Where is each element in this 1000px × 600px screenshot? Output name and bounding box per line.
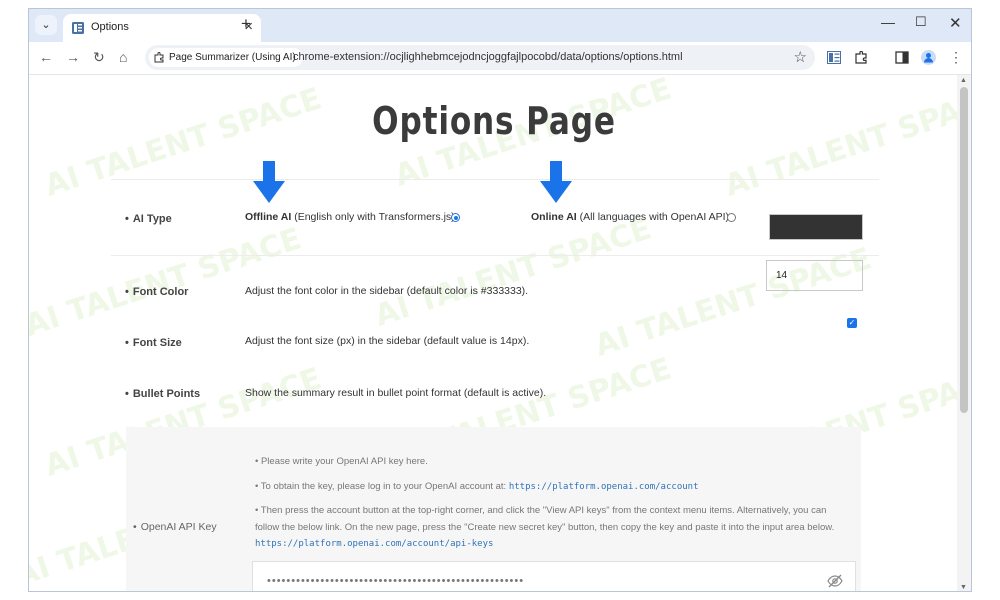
minimize-icon[interactable]: —	[881, 14, 895, 30]
url-text: chrome-extension://ocjlighhebmcejodncjog…	[293, 51, 683, 63]
tab-title: Options	[91, 21, 129, 33]
new-tab-button[interactable]: +	[241, 14, 251, 34]
offline-ai-note: (English only with Transformers.js)	[291, 211, 455, 223]
close-window-icon[interactable]: ✕	[949, 14, 962, 32]
api-instruction-1: • Please write your OpenAI API key here.	[255, 456, 428, 467]
divider	[111, 179, 879, 180]
bullet-points-description: Show the summary result in bullet point …	[245, 387, 547, 399]
back-icon[interactable]: ←	[39, 49, 53, 65]
openai-api-key-label: OpenAI API Key	[133, 521, 217, 533]
page-title: Options Page	[372, 99, 616, 143]
forward-icon[interactable]: →	[66, 49, 80, 65]
reading-list-icon[interactable]	[827, 51, 841, 64]
browser-window: ⌄ Options × + — ☐ ✕ ← → ↻ ⌂ Page Summari…	[28, 8, 972, 592]
offline-ai-option[interactable]: Offline AI (English only with Transforme…	[245, 211, 455, 223]
options-page: AI TALENT SPACE AI TALENT SPACE AI TALEN…	[29, 75, 959, 591]
bullet-points-label: Bullet Points	[125, 388, 200, 400]
online-ai-title: Online AI	[531, 211, 577, 223]
scroll-down-icon[interactable]: ▼	[960, 584, 967, 591]
scrollbar-thumb[interactable]	[960, 87, 968, 413]
down-arrow-icon	[253, 161, 285, 203]
online-ai-option[interactable]: Online AI (All languages with OpenAI API…	[531, 211, 729, 223]
api-instruction-3: • Then press the account button at the t…	[255, 505, 827, 516]
options-page-icon	[72, 22, 84, 34]
bullet-points-checkbox[interactable]: ✓	[847, 318, 857, 328]
down-arrow-icon	[540, 161, 572, 203]
puzzle-icon	[154, 52, 164, 63]
offline-ai-radio[interactable]	[451, 213, 460, 222]
extension-chip[interactable]: Page Summarizer (Using AI)	[149, 48, 303, 67]
browser-toolbar: ← → ↻ ⌂ Page Summarizer (Using AI) chrom…	[29, 42, 971, 75]
watermark: AI TALENT SPACE	[370, 211, 656, 334]
browser-menu-icon[interactable]: ⋮	[949, 49, 963, 66]
extension-chip-label: Page Summarizer (Using AI)	[169, 52, 296, 63]
home-icon[interactable]: ⌂	[119, 49, 127, 65]
font-color-description: Adjust the font color in the sidebar (de…	[245, 285, 529, 297]
font-color-picker[interactable]	[769, 214, 863, 240]
reload-icon[interactable]: ↻	[93, 49, 105, 66]
profile-avatar-icon[interactable]	[921, 50, 936, 65]
online-ai-note: (All languages with OpenAI API)	[576, 211, 730, 223]
eye-slash-icon[interactable]	[827, 574, 843, 588]
bookmark-star-icon[interactable]: ☆	[794, 48, 807, 66]
api-key-masked-value: ••••••••••••••••••••••••••••••••••••••••…	[267, 575, 525, 587]
api-instruction-2: • To obtain the key, please log in to yo…	[255, 481, 699, 492]
font-size-description: Adjust the font size (px) in the sidebar…	[245, 335, 530, 347]
font-color-label: Font Color	[125, 286, 189, 298]
offline-ai-title: Offline AI	[245, 211, 292, 223]
api-keys-link[interactable]: https://platform.openai.com/account/api-…	[255, 536, 493, 552]
side-panel-icon[interactable]	[895, 51, 909, 64]
watermark: AI TALENT SPACE	[29, 221, 306, 344]
ai-type-label: AI Type	[125, 213, 172, 225]
openai-account-link[interactable]: https://platform.openai.com/account	[509, 482, 699, 492]
font-size-label: Font Size	[125, 337, 182, 349]
scroll-up-icon[interactable]: ▲	[960, 77, 967, 84]
tab-options[interactable]: Options ×	[63, 14, 261, 42]
online-ai-radio[interactable]	[727, 213, 736, 222]
divider	[111, 255, 879, 256]
api-key-input[interactable]: ••••••••••••••••••••••••••••••••••••••••…	[252, 561, 856, 591]
tab-bar: ⌄ Options × + — ☐ ✕	[29, 9, 971, 42]
extensions-puzzle-icon[interactable]	[855, 51, 869, 64]
tab-search-button[interactable]: ⌄	[35, 15, 57, 35]
maximize-icon[interactable]: ☐	[915, 14, 927, 30]
address-bar[interactable]: Page Summarizer (Using AI) chrome-extens…	[145, 45, 815, 70]
font-size-input[interactable]: 14	[766, 260, 863, 291]
vertical-scrollbar[interactable]: ▲ ▼	[957, 75, 971, 591]
api-instruction-3-cont: follow the below link. On the new page, …	[255, 522, 835, 533]
